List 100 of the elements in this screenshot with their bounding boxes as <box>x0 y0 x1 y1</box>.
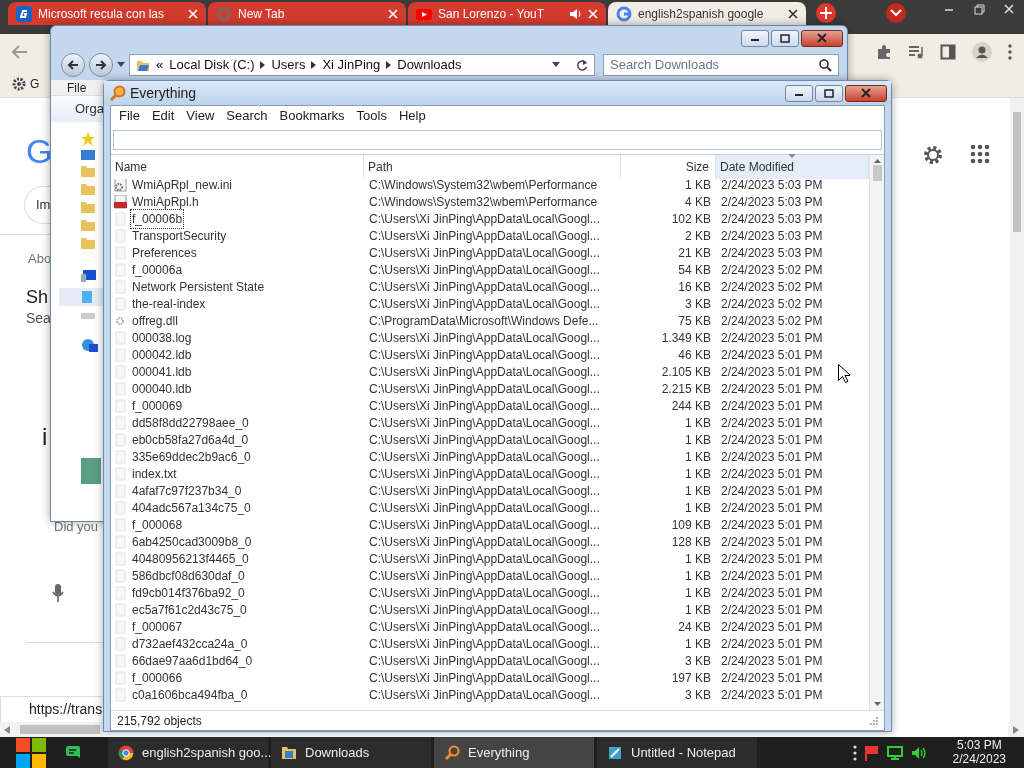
apps-grid-icon[interactable] <box>970 144 990 164</box>
breadcrumb-item[interactable]: Users <box>271 55 306 75</box>
taskbar-button[interactable]: Everything <box>434 737 594 768</box>
app-button[interactable] <box>65 744 81 761</box>
settings-icon[interactable] <box>922 144 944 166</box>
tab-search-button[interactable] <box>886 3 906 23</box>
flag-icon[interactable] <box>864 744 879 761</box>
overflow-dots-icon[interactable] <box>852 744 857 761</box>
scrollbar[interactable] <box>0 722 103 737</box>
menu-item[interactable]: Tools <box>350 106 393 126</box>
start-button[interactable] <box>16 737 46 768</box>
organize-button[interactable]: Orga <box>51 96 104 122</box>
file-name[interactable]: fd9cb014f376ba92_0 <box>130 583 247 603</box>
file-name[interactable]: Network Persistent State <box>130 277 267 297</box>
file-name[interactable]: 000042.ldb <box>130 345 194 365</box>
browser-tab[interactable]: english2spanish google <box>608 2 806 25</box>
menu-item[interactable]: File <box>113 106 146 126</box>
menu-item[interactable]: Bookmarks <box>273 106 351 126</box>
breadcrumb-item[interactable]: Local Disk (C:) <box>169 55 255 75</box>
clock[interactable]: 5:03 PM 2/24/2023 <box>952 739 1006 766</box>
forward-button[interactable] <box>89 53 113 77</box>
search-field[interactable] <box>113 130 882 150</box>
scrollbar-thumb[interactable] <box>872 165 882 181</box>
scrollbar[interactable] <box>1010 98 1024 722</box>
new-tab-button[interactable] <box>816 3 836 23</box>
scrollbar-thumb[interactable] <box>20 725 100 734</box>
taskbar-button[interactable]: Downloads <box>271 737 431 768</box>
browser-tab[interactable]: Microsoft recula con las <box>8 2 206 25</box>
minimize-button[interactable] <box>741 29 769 47</box>
file-name[interactable]: f_00006a <box>130 260 185 280</box>
menu-item[interactable]: Search <box>220 106 274 126</box>
file-name[interactable]: 000041.ldb <box>130 362 194 382</box>
close-button[interactable] <box>801 29 843 47</box>
computer-icon[interactable] <box>81 270 97 284</box>
file-name[interactable]: 6ab4250cad3009b8_0 <box>130 532 254 552</box>
breadcrumb-item[interactable]: Xi JinPing <box>322 55 381 75</box>
side-panel-icon[interactable] <box>940 44 956 60</box>
minimize-button[interactable] <box>785 84 813 102</box>
column-header[interactable]: Date Modified <box>716 155 869 179</box>
breadcrumb-item[interactable]: Downloads <box>397 55 462 75</box>
scrollbar[interactable] <box>869 155 884 710</box>
menu-item[interactable]: Help <box>392 106 432 126</box>
browser-tab[interactable]: New Tab <box>208 2 406 25</box>
table-cell-text: C:\Users\Xi JinPing\AppData\Local\Googl... <box>368 432 601 449</box>
media-control-icon[interactable] <box>908 44 924 60</box>
file-name[interactable]: offreg.dll <box>130 311 180 331</box>
scroll-right-button[interactable] <box>1008 722 1024 737</box>
address-bar[interactable]: « Local Disk (C:) Users Xi JinPing Downloads <box>129 54 595 76</box>
close-button[interactable] <box>845 84 887 102</box>
column-header[interactable]: Path <box>364 155 621 179</box>
network-icon[interactable] <box>886 745 903 760</box>
column-header[interactable]: Name <box>111 155 364 179</box>
back-button[interactable] <box>61 53 85 77</box>
caret-icon[interactable] <box>552 62 560 68</box>
file-name[interactable]: d732aef432cca24a_0 <box>130 634 250 654</box>
file-name[interactable]: 66dae97aa6d1bd64_0 <box>130 651 255 671</box>
profile-icon[interactable] <box>972 42 992 62</box>
file-name[interactable]: f_000068 <box>130 515 185 535</box>
file-name[interactable]: index.txt <box>130 464 179 484</box>
file-name[interactable]: 000038.log <box>130 328 194 348</box>
breadcrumb-item[interactable]: « <box>156 55 164 75</box>
column-header[interactable]: Size <box>621 155 716 179</box>
menu-dots-icon[interactable] <box>1008 44 1012 60</box>
file-name[interactable]: f_00006b <box>130 209 185 229</box>
file-name[interactable]: the-real-index <box>130 294 208 314</box>
images-chip[interactable]: Im <box>24 186 50 224</box>
file-name[interactable]: f_000069 <box>130 396 185 416</box>
puzzle-icon[interactable] <box>876 44 892 60</box>
network-icon[interactable] <box>81 338 99 354</box>
file-name[interactable]: ec5a7f61c2d43c75_0 <box>130 600 249 620</box>
file-name[interactable]: c0a1606bca494fba_0 <box>130 685 250 705</box>
taskbar-button[interactable]: Untitled - Notepad <box>597 737 757 768</box>
caret-icon[interactable] <box>117 62 125 68</box>
file-name[interactable]: f_000066 <box>130 668 185 688</box>
maximize-button[interactable] <box>815 84 843 102</box>
file-name[interactable]: dd58f8dd22798aee_0 <box>130 413 251 433</box>
file-name[interactable]: f_000067 <box>130 617 185 637</box>
close-icon[interactable] <box>788 8 798 19</box>
menu-item[interactable]: Edit <box>145 106 181 126</box>
file-name[interactable]: 404adc567a134c75_0 <box>130 498 253 518</box>
star-icon[interactable] <box>81 132 95 146</box>
refresh-icon[interactable] <box>576 59 588 71</box>
file-name[interactable]: 40480956213f4465_0 <box>130 549 251 569</box>
file-name[interactable]: 586dbcf08d630daf_0 <box>130 566 247 586</box>
speaker-icon[interactable] <box>910 745 927 760</box>
file-name[interactable]: 335e69ddec2b9ac6_0 <box>130 447 253 467</box>
browser-tab[interactable]: San Lorenzo - YouT <box>408 2 606 25</box>
file-name[interactable]: eb0cb58fa27d6a4d_0 <box>130 430 251 450</box>
menu-item[interactable]: View <box>180 106 221 126</box>
search-field[interactable]: Search Downloads <box>603 54 839 76</box>
file-name[interactable]: 4afaf7c97f237b34_0 <box>130 481 244 501</box>
file-name[interactable]: 000040.ldb <box>130 379 194 399</box>
file-name[interactable]: TransportSecurity <box>130 226 229 246</box>
file-name[interactable]: Preferences <box>130 243 199 263</box>
bookmark-link[interactable]: G <box>12 74 40 93</box>
file-name[interactable]: WmiApRpl.h <box>130 192 201 212</box>
scrollbar-thumb[interactable] <box>1013 112 1021 232</box>
menu-item[interactable]: File <box>67 78 87 97</box>
maximize-button[interactable] <box>771 29 799 47</box>
microphone-icon[interactable] <box>52 584 64 603</box>
